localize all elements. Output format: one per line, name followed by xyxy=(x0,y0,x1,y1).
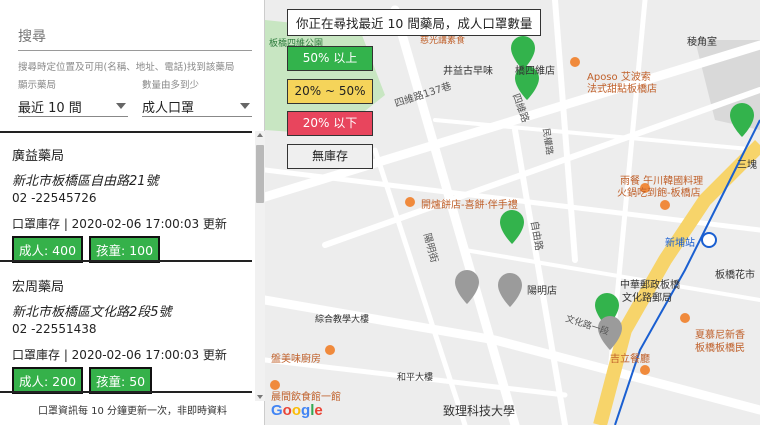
map-label: 板橋板橋民 xyxy=(695,343,745,354)
scroll-up-arrow-icon[interactable] xyxy=(257,133,263,137)
search-section: 搜尋時定位置及可用(名稱、地址、電話)找到該藥局 xyxy=(18,26,252,73)
display-select-value: 最近 10 間 xyxy=(18,101,82,116)
chevron-down-icon xyxy=(240,103,250,109)
map-label: 盤美味廚房 xyxy=(271,354,321,365)
store-card[interactable]: 廣益藥局 新北市板橋區自由路21號 02 -22545726 口罩庫存 | 20… xyxy=(0,145,252,263)
map-label: 開爐餅店-喜餅·伴手禮 xyxy=(421,200,518,211)
map-label: 法式甜點板橋店 xyxy=(587,84,657,95)
store-list[interactable]: 廣益藥局 新北市板橋區自由路21號 02 -22545726 口罩庫存 | 20… xyxy=(0,131,265,401)
store-name: 廣益藥局 xyxy=(12,149,65,164)
legend-red-button[interactable]: 20% 以下 xyxy=(287,111,373,136)
map-label: 綜合教學大樓 xyxy=(315,315,370,325)
sort-filter: 數量由多到少 成人口罩 xyxy=(142,77,252,117)
map-label: 新埔站 xyxy=(665,238,695,249)
legend-none-button[interactable]: 無庫存 xyxy=(287,144,373,169)
sort-select[interactable]: 成人口罩 xyxy=(142,95,252,117)
adult-count-badge: 成人: 200 xyxy=(12,367,84,394)
sort-filter-label: 數量由多到少 xyxy=(142,80,200,91)
map-area[interactable]: 四維路137巷 井益古早味 橋四維店 四維路 Aposo 艾波索 法式甜點板橋店… xyxy=(265,0,760,425)
update-notice: 口罩資訊每 10 分鐘更新一次，非即時資料 xyxy=(37,406,228,417)
map-label: 陽明店 xyxy=(527,286,557,297)
sidebar-panel: 搜尋時定位置及可用(名稱、地址、電話)找到該藥局 顯示藥局 最近 10 間 數量… xyxy=(0,0,265,425)
scrollbar[interactable] xyxy=(255,131,265,401)
store-update-time: 口罩庫存 | 2020-02-06 17:00:03 更新 xyxy=(12,217,227,231)
map-label: 火鍋吃到飽-板橋店 xyxy=(617,188,701,199)
display-filter: 顯示藥局 最近 10 間 xyxy=(18,77,128,117)
store-phone: 02 -22551438 xyxy=(12,322,97,336)
map-label: 三塊 xyxy=(737,160,757,171)
display-select[interactable]: 最近 10 間 xyxy=(18,95,128,117)
search-hint: 搜尋時定位置及可用(名稱、地址、電話)找到該藥局 xyxy=(18,62,235,73)
map-title: 你正在尋找最近 10 間藥局，成人口罩數量 xyxy=(287,9,542,36)
mask-counts: 成人: 400 孩童: 100 xyxy=(12,236,252,263)
mask-counts: 成人: 200 孩童: 50 xyxy=(12,367,252,394)
map-label: 晨間飲食館一館 xyxy=(271,392,341,403)
store-name: 宏周藥局 xyxy=(12,280,65,295)
map-label: 稜角室 xyxy=(687,37,717,48)
chevron-down-icon xyxy=(116,103,126,109)
map-label: 致理科技大學 xyxy=(443,404,516,418)
display-filter-label: 顯示藥局 xyxy=(18,80,57,91)
child-count-badge: 孩童: 100 xyxy=(89,236,161,263)
map-label: 吉立餐廳 xyxy=(610,354,650,365)
divider xyxy=(0,391,252,393)
map-label: 板橋花市 xyxy=(715,270,755,281)
divider xyxy=(0,260,252,262)
adult-count-badge: 成人: 400 xyxy=(12,236,84,263)
store-address: 新北市板橋區自由路21號 xyxy=(12,174,159,189)
legend-yellow-button[interactable]: 20% ~ 50% xyxy=(287,79,373,104)
map-label: 井益古早味 xyxy=(443,66,493,77)
store-card[interactable]: 宏周藥局 新北市板橋區文化路2段5號 02 -22551438 口罩庫存 | 2… xyxy=(0,276,252,394)
map-label: 文化路郵局 xyxy=(622,293,672,304)
legend-green-button[interactable]: 50% 以上 xyxy=(287,46,373,71)
scrollbar-thumb[interactable] xyxy=(256,145,264,203)
google-logo: Google xyxy=(271,402,323,419)
search-input[interactable] xyxy=(18,27,252,51)
map-label: 和平大樓 xyxy=(397,373,434,383)
child-count-badge: 孩童: 50 xyxy=(89,367,153,394)
sort-select-value: 成人口罩 xyxy=(142,101,195,116)
store-phone: 02 -22545726 xyxy=(12,191,97,205)
scroll-down-arrow-icon[interactable] xyxy=(257,395,263,399)
station-icon[interactable] xyxy=(701,232,717,248)
divider xyxy=(0,131,252,133)
store-address: 新北市板橋區文化路2段5號 xyxy=(12,305,172,320)
store-update-time: 口罩庫存 | 2020-02-06 17:00:03 更新 xyxy=(12,348,227,362)
map-label: 橋四維店 xyxy=(515,66,555,77)
